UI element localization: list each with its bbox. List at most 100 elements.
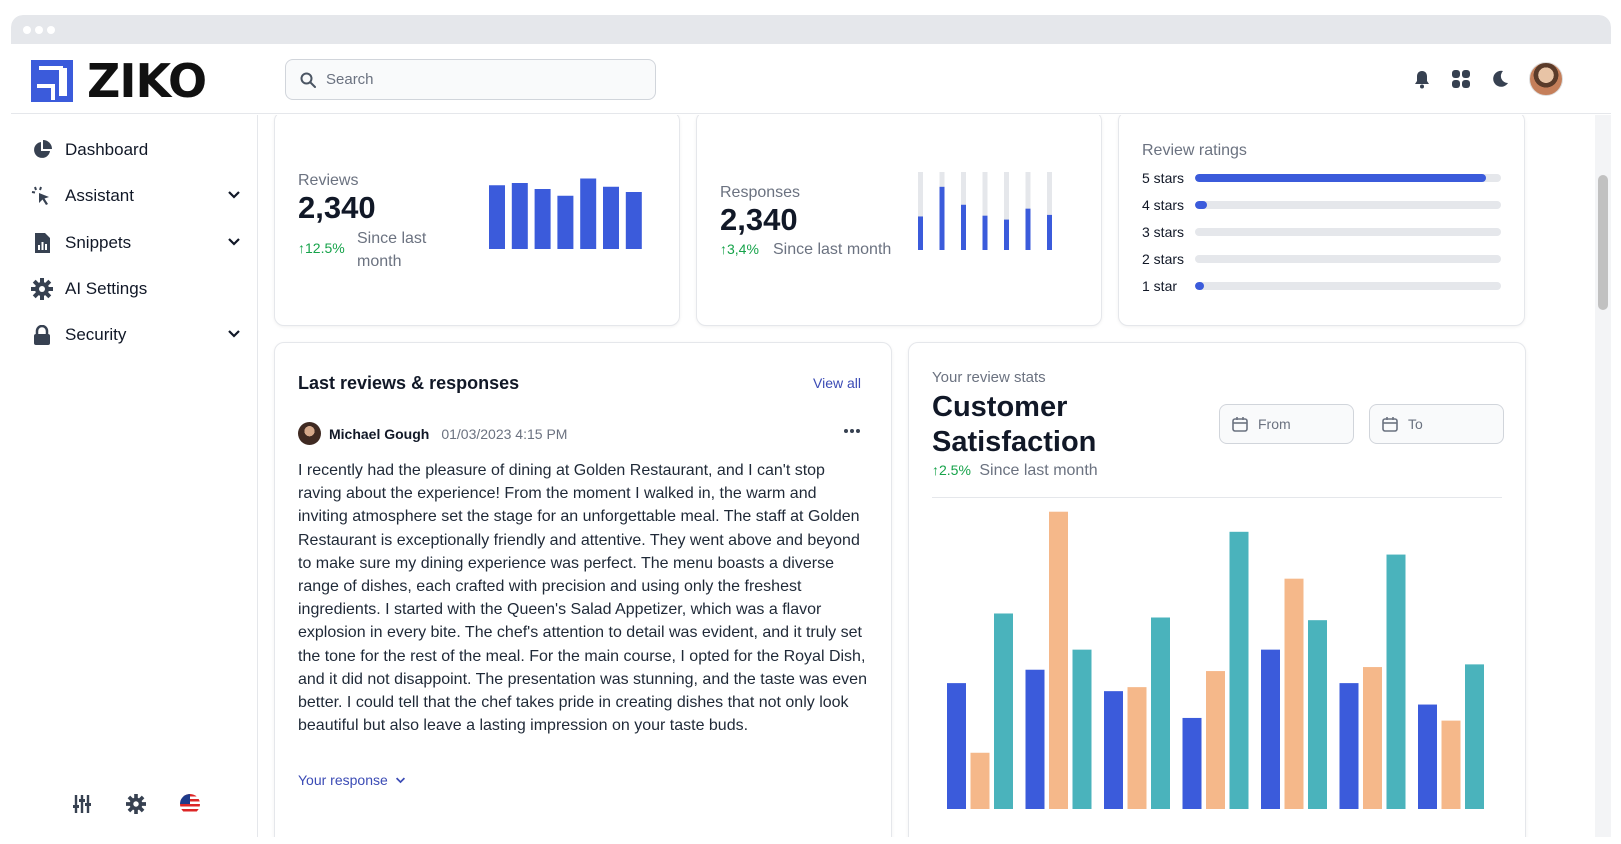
gear-icon[interactable] <box>125 793 147 815</box>
more-options-icon[interactable] <box>843 428 861 434</box>
sidebar-item-dashboard[interactable]: Dashboard <box>31 132 241 168</box>
satisfaction-bar <box>1418 704 1437 809</box>
top-bar: ZIKO <box>11 44 1611 114</box>
responses-card: Responses 2,340 ↑3,4% Since last month <box>696 115 1102 326</box>
us-flag-icon[interactable] <box>179 793 201 815</box>
satisfaction-bar <box>1206 671 1225 809</box>
view-all-link[interactable]: View all <box>813 375 861 391</box>
reviews-mini-bar <box>580 178 597 249</box>
responses-since: Since last month <box>773 241 892 258</box>
sidebar-item-snippets[interactable]: Snippets <box>31 225 241 261</box>
rating-fill <box>1195 201 1208 209</box>
search-box[interactable] <box>285 59 656 100</box>
satisfaction-bar <box>1386 554 1406 809</box>
satisfaction-bar <box>1229 531 1249 809</box>
chevron-down-icon[interactable] <box>227 188 241 202</box>
rating-track <box>1195 174 1501 182</box>
window-titlebar <box>11 15 1611 44</box>
satisfaction-bar <box>1104 691 1123 809</box>
satisfaction-bar <box>1182 717 1202 809</box>
scrollbar-thumb[interactable] <box>1598 175 1608 310</box>
logo-text: ZIKO <box>87 54 207 108</box>
to-date-picker[interactable]: To <box>1369 404 1504 444</box>
bell-icon[interactable] <box>1411 68 1433 90</box>
rating-row-4: 4 stars <box>1142 195 1502 215</box>
rating-label: 4 stars <box>1142 197 1185 213</box>
sidebar-item-label: AI Settings <box>65 279 148 298</box>
window-dot <box>23 26 31 34</box>
reviews-mini-bar <box>625 192 642 249</box>
satisfaction-bar <box>970 752 990 809</box>
review-text: I recently had the pleasure of dining at… <box>298 462 867 735</box>
satisfaction-change: ↑2.5% Since last month <box>932 462 1098 480</box>
reviews-mini-bar <box>489 185 505 249</box>
satisfaction-bar <box>1339 683 1359 809</box>
ratings-card: Review ratings 5 stars 4 stars 3 stars 2… <box>1118 115 1525 326</box>
sidebar: Dashboard Assistant Snippets AI Settings <box>11 115 258 837</box>
satisfaction-bar <box>947 683 966 809</box>
rating-row-1: 1 star <box>1142 276 1502 296</box>
satisfaction-bar-chart <box>947 511 1484 809</box>
rating-track <box>1195 201 1501 209</box>
rating-row-5: 5 stars <box>1142 168 1502 188</box>
responses-change-value: 3,4% <box>727 241 759 257</box>
your-response-toggle[interactable]: Your response <box>298 772 406 788</box>
sidebar-item-label: Snippets <box>65 233 132 252</box>
review-date: 01/03/2023 4:15 PM <box>441 425 568 442</box>
satisfaction-bar <box>1025 669 1045 809</box>
user-avatar[interactable] <box>1529 62 1563 96</box>
satisfaction-subtitle: Your review stats <box>932 369 1046 386</box>
pie-chart-icon <box>31 139 53 161</box>
chevron-down-icon[interactable] <box>227 235 241 249</box>
calendar-icon <box>1382 417 1398 432</box>
moon-icon[interactable] <box>1489 68 1511 90</box>
from-date-picker[interactable]: From <box>1219 404 1354 444</box>
satisfaction-bar <box>1151 617 1170 809</box>
satisfaction-bar <box>1308 620 1327 809</box>
sliders-icon[interactable] <box>71 793 93 815</box>
rating-fill <box>1195 174 1486 182</box>
satisfaction-bar <box>1072 649 1092 809</box>
reviews-label: Reviews <box>298 172 359 189</box>
responses-mini-bar <box>1025 208 1031 250</box>
satisfaction-title: Customer Satisfaction <box>932 391 1097 458</box>
responses-mini-bar <box>1004 219 1009 250</box>
responses-mini-bar <box>961 204 966 250</box>
satisfaction-divider <box>932 497 1502 498</box>
satisfaction-bar <box>1363 667 1382 809</box>
satisfaction-bar <box>1284 578 1304 809</box>
responses-label: Responses <box>720 184 801 201</box>
lock-icon <box>31 324 53 346</box>
responses-mini-bar <box>982 215 988 250</box>
search-icon <box>300 72 316 88</box>
sidebar-item-ai-settings[interactable]: AI Settings <box>31 271 241 307</box>
cursor-click-icon <box>31 185 53 207</box>
document-chart-icon <box>31 232 53 254</box>
reviews-change: ↑12.5% <box>298 240 345 256</box>
apps-grid-icon[interactable] <box>1450 68 1472 90</box>
sidebar-item-assistant[interactable]: Assistant <box>31 178 241 214</box>
reviewer-avatar <box>298 422 321 445</box>
rating-label: 2 stars <box>1142 251 1185 267</box>
from-date-placeholder: From <box>1258 416 1291 432</box>
search-input[interactable] <box>326 71 626 88</box>
responses-mini-bar <box>1047 214 1052 250</box>
review-header: Michael Gough 01/03/2023 4:15 PM <box>298 422 567 445</box>
satisfaction-bar <box>1261 649 1280 809</box>
page-scrollbar[interactable] <box>1595 115 1611 837</box>
chevron-down-icon[interactable] <box>227 327 241 341</box>
rating-label: 1 star <box>1142 278 1178 294</box>
reviews-mini-bar <box>557 195 574 249</box>
gear-icon <box>31 278 53 300</box>
rating-label: 5 stars <box>1142 170 1185 186</box>
responses-mini-chart <box>918 172 1052 250</box>
top-actions <box>1394 62 1563 96</box>
reviews-mini-bar <box>534 189 551 249</box>
sidebar-item-security[interactable]: Security <box>31 317 241 353</box>
calendar-icon <box>1232 417 1248 432</box>
reviews-since: Since last month <box>357 230 427 270</box>
reviews-card: Reviews 2,340 ↑12.5% Since last month <box>274 115 680 326</box>
satisfaction-bar <box>1465 664 1484 809</box>
responses-value: 2,340 <box>720 202 798 237</box>
app-logo[interactable]: ZIKO <box>31 54 207 108</box>
